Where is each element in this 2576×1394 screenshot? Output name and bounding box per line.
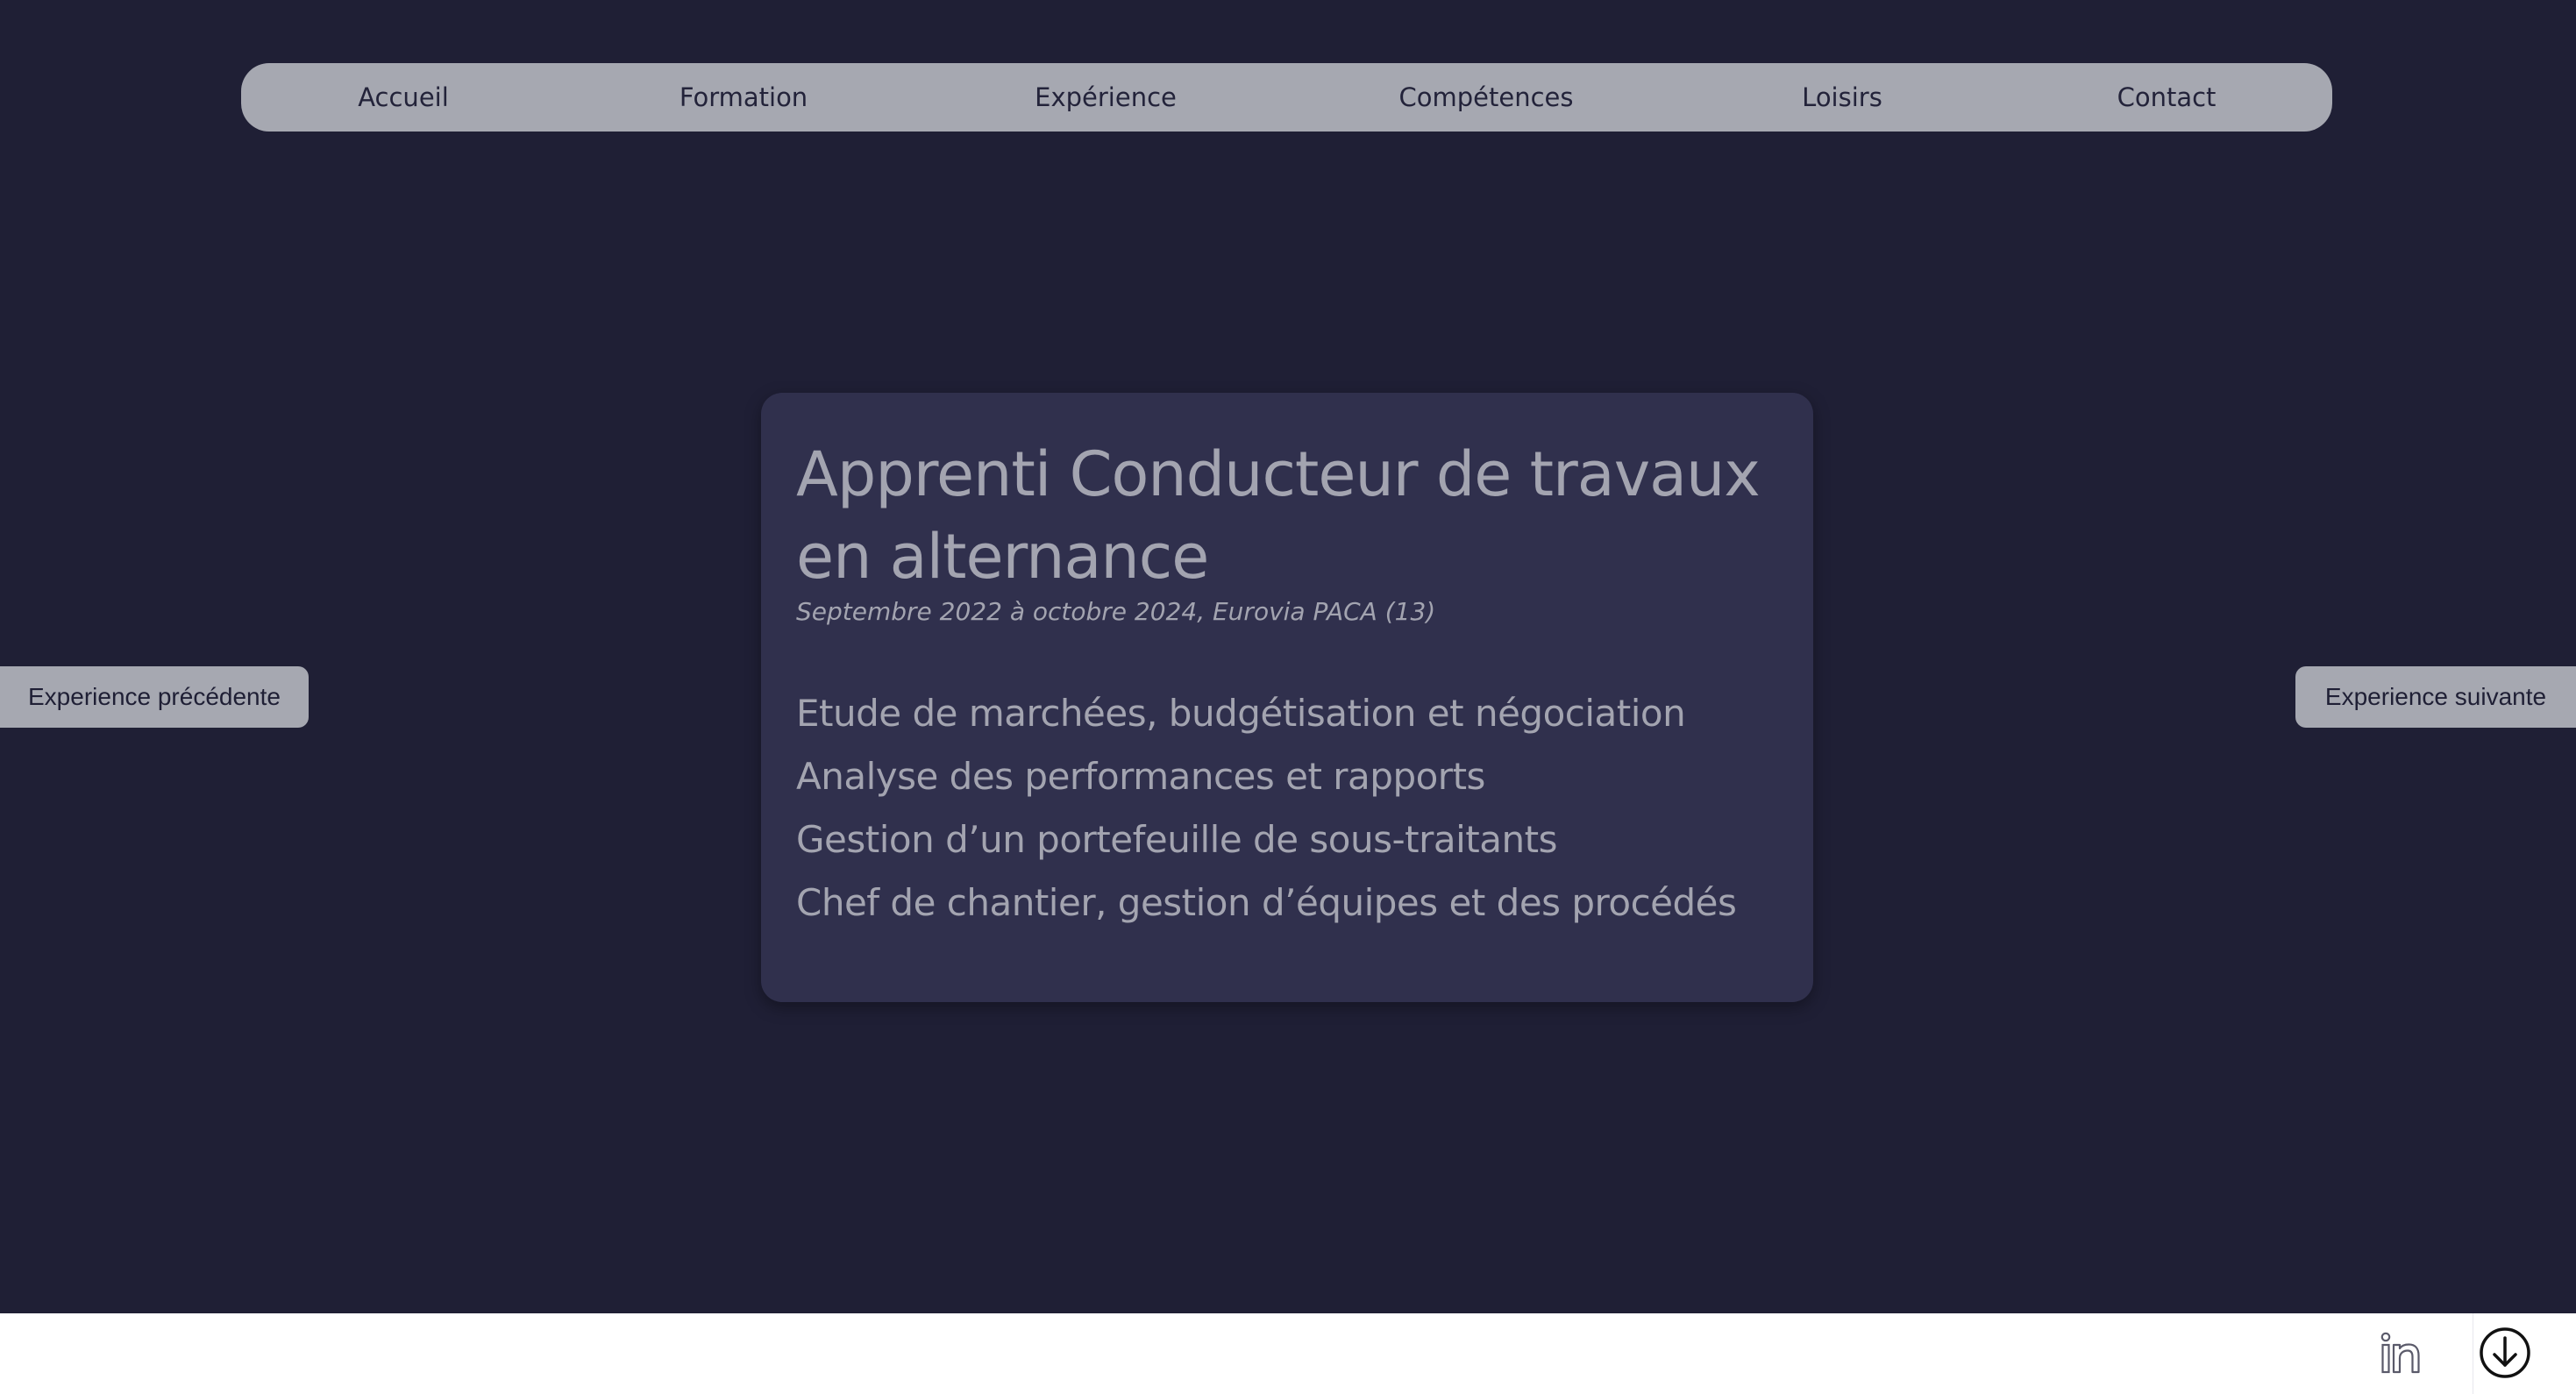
experience-task: Analyse des performances et rapports — [796, 755, 1485, 798]
experience-task: Gestion d’un portefeuille de sous-traita… — [796, 818, 1557, 861]
previous-experience-button[interactable]: Experience précédente — [0, 666, 309, 728]
nav-item-competences[interactable]: Compétences — [1399, 63, 1574, 132]
experience-task-list: Etude de marchées, budgétisation et négo… — [796, 682, 1737, 935]
main-area: Accueil Formation Expérience Compétences… — [0, 0, 2576, 1313]
nav-item-accueil[interactable]: Accueil — [358, 63, 449, 132]
linkedin-icon[interactable] — [2374, 1327, 2427, 1380]
nav-item-loisirs[interactable]: Loisirs — [1802, 63, 1882, 132]
experience-task: Etude de marchées, budgétisation et négo… — [796, 692, 1686, 735]
experience-title: Apprenti Conducteur de travaux en altern… — [796, 438, 1761, 593]
experience-task: Chef de chantier, gestion d’équipes et d… — [796, 881, 1737, 924]
nav-item-contact[interactable]: Contact — [2117, 63, 2217, 132]
experience-dates-company: Septembre 2022 à octobre 2024, Eurovia P… — [796, 597, 1436, 626]
next-experience-button[interactable]: Experience suivante — [2295, 666, 2576, 728]
page: Accueil Formation Expérience Compétences… — [0, 0, 2576, 1394]
nav-item-experience[interactable]: Expérience — [1035, 63, 1177, 132]
nav-item-formation[interactable]: Formation — [680, 63, 808, 132]
experience-card: Apprenti Conducteur de travaux en altern… — [761, 393, 1813, 1002]
footer — [0, 1313, 2576, 1394]
download-icon[interactable] — [2478, 1326, 2532, 1380]
top-navigation-bar: Accueil Formation Expérience Compétences… — [241, 63, 2332, 132]
